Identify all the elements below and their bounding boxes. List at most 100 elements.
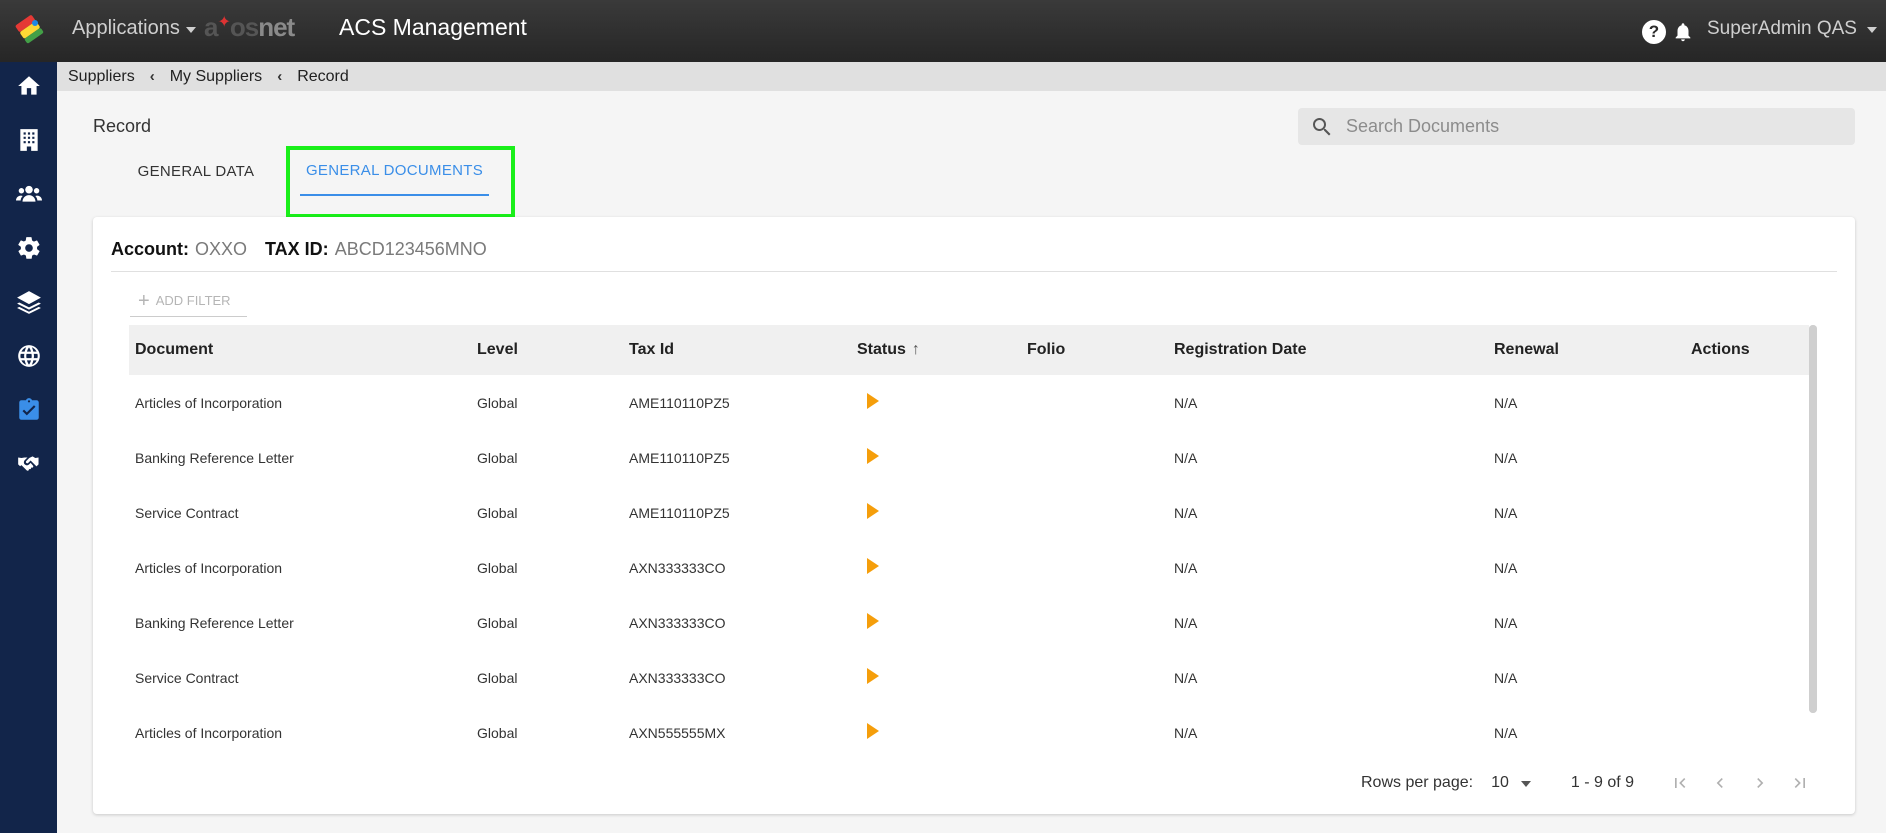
- play-icon[interactable]: [867, 503, 879, 519]
- cell-tax-id: AXN555555MX: [629, 724, 726, 741]
- app-title: ACS Management: [339, 14, 527, 40]
- sidebar-item-settings[interactable]: [9, 228, 49, 268]
- cell-actions: [1685, 485, 1809, 540]
- cell-document: Articles of Incorporation: [135, 559, 283, 576]
- play-icon[interactable]: [867, 668, 879, 684]
- last-page-button[interactable]: [1790, 773, 1810, 793]
- table-row[interactable]: Service Contract Global AXN333333CO N/A N/A: [129, 650, 1809, 705]
- cell-tax-id: AXN333333CO: [629, 614, 726, 631]
- play-icon[interactable]: [867, 448, 879, 464]
- cell-actions: [1685, 705, 1809, 758]
- cell-level: Global: [477, 449, 518, 466]
- sidebar-item-documents[interactable]: [9, 390, 49, 430]
- search-icon: [1313, 117, 1331, 135]
- sidebar-item-layers[interactable]: [9, 282, 49, 322]
- table-row[interactable]: Articles of Incorporation Global AME110110…: [129, 375, 1809, 430]
- chevron-down-icon: [185, 26, 196, 33]
- column-header-registration-date[interactable]: Registration Date: [1168, 325, 1488, 375]
- scrollbar-thumb[interactable]: [1809, 325, 1817, 713]
- next-page-button[interactable]: [1750, 773, 1770, 793]
- add-filter-label: ADD FILTER: [155, 293, 231, 308]
- cell-level: Global: [477, 669, 518, 686]
- globe-icon: [18, 345, 40, 367]
- account-info: Account: OXXO TAX ID: ABCD123456MNO: [111, 239, 487, 260]
- divider: [111, 271, 1837, 272]
- bell-icon[interactable]: [1672, 20, 1694, 44]
- documents-table: Document Level Tax Id Status ↑ Folio Regi…: [129, 325, 1809, 758]
- cell-registration-date: N/A: [1174, 669, 1198, 686]
- cell-document: Articles of Incorporation: [135, 724, 283, 741]
- sidebar-item-home[interactable]: [9, 66, 49, 106]
- breadcrumb-suppliers[interactable]: Suppliers: [68, 68, 135, 86]
- rows-per-page-select[interactable]: 10: [1491, 774, 1531, 792]
- cell-renewal: N/A: [1494, 724, 1518, 741]
- column-header-renewal[interactable]: Renewal: [1488, 325, 1685, 375]
- chevron-right-icon: [1757, 778, 1764, 788]
- applications-label: Applications: [72, 17, 180, 39]
- table-row[interactable]: Banking Reference Letter Global AME110110P…: [129, 430, 1809, 485]
- column-header-level[interactable]: Level: [471, 325, 623, 375]
- sidebar-item-users[interactable]: [9, 174, 49, 214]
- cell-status: [851, 485, 1021, 540]
- cell-tax-id: AME110110PZ5: [629, 449, 730, 466]
- account-label: Account:: [111, 239, 189, 259]
- cell-tax-id: AXN333333CO: [629, 559, 726, 576]
- first-page-button[interactable]: [1670, 773, 1690, 793]
- add-filter-button[interactable]: + ADD FILTER: [130, 285, 247, 317]
- table-row[interactable]: Articles of Incorporation Global AXN555555…: [129, 705, 1809, 758]
- column-header-status[interactable]: Status ↑: [851, 325, 1021, 375]
- cell-folio: [1021, 485, 1168, 540]
- table-row[interactable]: Articles of Incorporation Global AXN333333…: [129, 540, 1809, 595]
- app-logo-icon[interactable]: [14, 14, 46, 46]
- brand-logo: a✦osnet: [204, 12, 295, 42]
- search-input[interactable]: [1346, 116, 1826, 137]
- cell-renewal: N/A: [1494, 394, 1518, 411]
- column-header-folio[interactable]: Folio: [1021, 325, 1168, 375]
- table-row[interactable]: Banking Reference Letter Global AXN333333C…: [129, 595, 1809, 650]
- chevron-down-icon: [1866, 27, 1877, 33]
- cell-tax-id: AXN333333CO: [629, 669, 726, 686]
- play-icon[interactable]: [867, 613, 879, 629]
- play-icon[interactable]: [867, 558, 879, 574]
- table-row[interactable]: Service Contract Global AME110110PZ5 N/A N/A: [129, 485, 1809, 540]
- play-icon[interactable]: [867, 723, 879, 739]
- cell-level: Global: [477, 504, 518, 521]
- chevron-left-icon: ‹: [277, 68, 283, 85]
- clipboard-check-icon: [19, 398, 39, 420]
- rows-per-page-value: 10: [1491, 774, 1509, 791]
- sidebar-item-buildings[interactable]: [9, 120, 49, 160]
- play-icon[interactable]: [867, 393, 879, 409]
- cell-status: [851, 650, 1021, 705]
- cell-registration-date: N/A: [1174, 394, 1198, 411]
- cell-renewal: N/A: [1494, 449, 1518, 466]
- cell-registration-date: N/A: [1174, 504, 1198, 521]
- breadcrumb: Suppliers ‹ My Suppliers ‹ Record: [57, 62, 1886, 91]
- column-header-document[interactable]: Document: [129, 325, 471, 375]
- cell-folio: [1021, 595, 1168, 650]
- cell-renewal: N/A: [1494, 614, 1518, 631]
- applications-menu[interactable]: Applications: [72, 17, 196, 40]
- sidebar-item-partners[interactable]: [9, 444, 49, 484]
- cell-registration-date: N/A: [1174, 724, 1198, 741]
- account-value: OXXO: [195, 239, 248, 259]
- tab-general-documents[interactable]: GENERAL DOCUMENTS: [300, 146, 489, 196]
- building-icon: [20, 129, 38, 151]
- documents-card: Account: OXXO TAX ID: ABCD123456MNO + ADD …: [93, 217, 1855, 814]
- tab-general-data[interactable]: GENERAL DATA: [125, 146, 267, 196]
- cell-level: Global: [477, 559, 518, 576]
- user-menu[interactable]: SuperAdmin QAS: [1707, 18, 1877, 40]
- help-icon[interactable]: ?: [1642, 20, 1666, 44]
- breadcrumb-my-suppliers[interactable]: My Suppliers: [170, 68, 262, 86]
- tax-id-label: TAX ID:: [265, 239, 329, 259]
- cell-actions: [1685, 650, 1809, 705]
- column-header-tax-id[interactable]: Tax Id: [623, 325, 851, 375]
- cell-registration-date: N/A: [1174, 614, 1198, 631]
- previous-page-button[interactable]: [1710, 773, 1730, 793]
- cell-tax-id: AME110110PZ5: [629, 504, 730, 521]
- arrow-up-icon[interactable]: ↑: [912, 341, 920, 359]
- cell-document: Service Contract: [135, 669, 239, 686]
- table-scrollbar[interactable]: [1809, 325, 1817, 713]
- sidebar-item-globe[interactable]: [9, 336, 49, 376]
- cell-level: Global: [477, 724, 518, 741]
- search-box[interactable]: [1298, 108, 1855, 145]
